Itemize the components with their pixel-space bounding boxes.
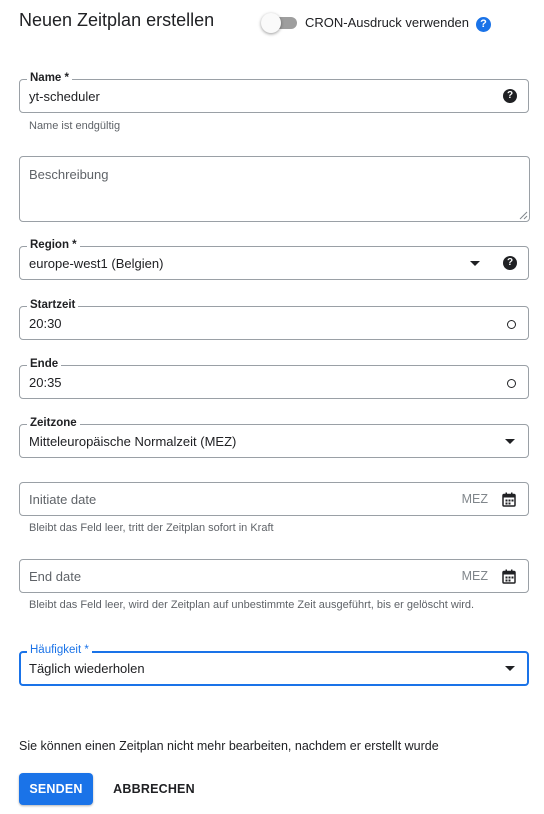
name-hint: Name ist endgültig: [29, 120, 121, 132]
page-title: Neuen Zeitplan erstellen: [19, 10, 215, 30]
start-time-field[interactable]: Startzeit 20:30: [19, 298, 529, 340]
dropdown-arrow-icon[interactable]: [505, 439, 515, 444]
help-icon[interactable]: ?: [503, 89, 517, 103]
region-label: Region *: [27, 238, 80, 252]
frequency-select[interactable]: Häufigkeit * Täglich wiederholen: [19, 643, 529, 686]
description-placeholder: Beschreibung: [29, 167, 109, 182]
name-label: Name *: [27, 71, 72, 85]
end-time-value: 20:35: [29, 375, 62, 390]
help-icon[interactable]: ?: [476, 17, 491, 32]
timezone-value: Mitteleuropäische Normalzeit (MEZ): [29, 434, 237, 449]
calendar-icon[interactable]: [502, 492, 516, 507]
initiate-date-hint: Bleibt das Feld leer, tritt der Zeitplan…: [29, 522, 274, 534]
timezone-select[interactable]: Zeitzone Mitteleuropäische Normalzeit (M…: [19, 416, 529, 458]
name-value: yt-scheduler: [29, 89, 100, 104]
region-select[interactable]: Region * europe-west1 (Belgien) ?: [19, 238, 529, 280]
toggle-thumb: [261, 13, 281, 33]
initiate-date-field[interactable]: Initiate date MEZ: [19, 482, 529, 516]
region-value: europe-west1 (Belgien): [29, 256, 164, 271]
end-time-label: Ende: [27, 357, 62, 371]
start-time-value: 20:30: [29, 316, 62, 331]
name-field[interactable]: Name * yt-scheduler ?: [19, 71, 529, 113]
dropdown-arrow-icon[interactable]: [505, 666, 515, 671]
cancel-button[interactable]: ABBRECHEN: [110, 773, 198, 805]
clock-icon[interactable]: [507, 379, 516, 388]
frequency-label: Häufigkeit *: [27, 643, 92, 657]
dropdown-arrow-icon[interactable]: [470, 261, 480, 266]
send-button[interactable]: SENDEN: [19, 773, 93, 805]
end-date-hint: Bleibt das Feld leer, wird der Zeitplan …: [29, 599, 475, 611]
description-textarea[interactable]: Beschreibung: [19, 156, 530, 222]
initiate-date-placeholder: Initiate date: [29, 492, 97, 507]
help-icon[interactable]: ?: [503, 256, 517, 270]
end-date-suffix: MEZ: [461, 569, 488, 583]
frequency-value: Täglich wiederholen: [29, 661, 145, 676]
end-time-field[interactable]: Ende 20:35: [19, 357, 529, 399]
clock-icon[interactable]: [507, 320, 516, 329]
end-date-placeholder: End date: [29, 569, 82, 584]
timezone-label: Zeitzone: [27, 416, 80, 430]
initiate-date-suffix: MEZ: [461, 492, 488, 506]
start-time-label: Startzeit: [27, 298, 79, 312]
resize-handle-icon[interactable]: [519, 211, 528, 220]
cron-toggle-label: CRON-Ausdruck verwenden: [305, 15, 470, 30]
end-date-field[interactable]: End date MEZ: [19, 559, 529, 593]
cron-toggle[interactable]: [261, 13, 299, 33]
edit-warning-note: Sie können einen Zeitplan nicht mehr bea…: [19, 739, 439, 753]
calendar-icon[interactable]: [502, 569, 516, 584]
